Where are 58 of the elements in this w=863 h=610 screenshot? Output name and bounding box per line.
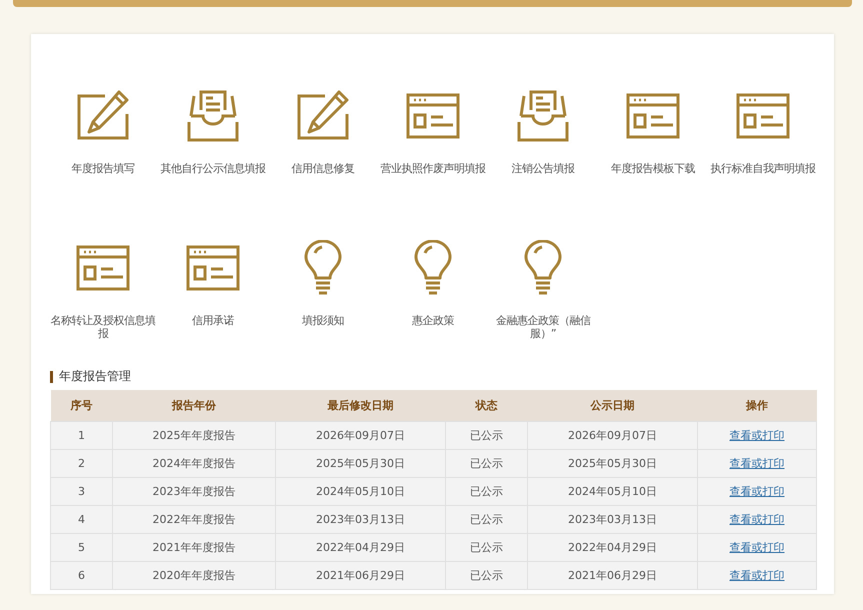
- table-cell: 2023年03月13日: [276, 506, 446, 534]
- table-cell: 已公示: [446, 562, 528, 590]
- table-cell: 已公示: [446, 506, 528, 534]
- tile-label[interactable]: 信用承诺: [158, 314, 268, 327]
- table-cell: 2025年05月30日: [528, 450, 698, 478]
- view-print-link[interactable]: 查看或打印: [730, 513, 784, 526]
- view-print-link[interactable]: 查看或打印: [730, 485, 784, 498]
- tile-label[interactable]: 信用信息修复: [268, 162, 378, 175]
- table-cell: 3: [50, 478, 112, 506]
- column-header: 操作: [698, 390, 816, 422]
- column-header: 序号: [50, 390, 112, 422]
- table-cell: 5: [50, 534, 112, 562]
- table-cell: 2023年03月13日: [528, 506, 698, 534]
- table-cell: 2023年年度报告: [112, 478, 276, 506]
- tile-label[interactable]: 填报须知: [268, 314, 378, 327]
- tile-label[interactable]: 名称转让及授权信息填报: [48, 314, 158, 340]
- tile-label[interactable]: 注销公告填报: [488, 162, 598, 175]
- table-cell: 2026年09月07日: [528, 422, 698, 450]
- table-cell: 2026年09月07日: [276, 422, 446, 450]
- column-header: 状态: [446, 390, 528, 422]
- table-cell: 1: [50, 422, 112, 450]
- table-cell: 2025年年度报告: [112, 422, 276, 450]
- column-header: 报告年份: [112, 390, 276, 422]
- view-print-link[interactable]: 查看或打印: [730, 429, 784, 442]
- section-title: 年度报告管理: [59, 368, 131, 385]
- table-cell: 6: [50, 562, 112, 590]
- column-header: 公示日期: [528, 390, 698, 422]
- table-cell: 2020年年度报告: [112, 562, 276, 590]
- table-cell: 已公示: [446, 478, 528, 506]
- tile-label[interactable]: 营业执照作废声明填报: [378, 162, 488, 175]
- table-cell: 2024年05月10日: [276, 478, 446, 506]
- inbox-icon: [515, 88, 571, 144]
- table-cell: 已公示: [446, 534, 528, 562]
- view-print-link[interactable]: 查看或打印: [730, 541, 784, 554]
- tile-label[interactable]: 年度报告填写: [48, 162, 158, 175]
- table-cell: 2022年04月29日: [528, 534, 698, 562]
- inbox-icon: [185, 88, 241, 144]
- table-cell: 已公示: [446, 450, 528, 478]
- tile-label[interactable]: 其他自行公示信息填报: [158, 162, 268, 175]
- table-cell: 2024年05月10日: [528, 478, 698, 506]
- table-cell: 2022年04月29日: [276, 534, 446, 562]
- table-cell: 2: [50, 450, 112, 478]
- tile-label[interactable]: 金融惠企政策（融信服）”: [488, 314, 598, 340]
- table-cell: 2021年06月29日: [528, 562, 698, 590]
- column-header: 最后修改日期: [276, 390, 446, 422]
- view-print-link[interactable]: 查看或打印: [730, 457, 784, 470]
- section-marker: [50, 370, 53, 382]
- tile-label[interactable]: 年度报告模板下载: [598, 162, 708, 175]
- table-cell: 已公示: [446, 422, 528, 450]
- table-cell: 2024年年度报告: [112, 450, 276, 478]
- table-cell: 4: [50, 506, 112, 534]
- tile-label[interactable]: 惠企政策: [378, 314, 488, 327]
- table-cell: 2021年年度报告: [112, 534, 276, 562]
- tile-label[interactable]: 执行标准自我声明填报: [708, 162, 818, 175]
- table-cell: 2022年年度报告: [112, 506, 276, 534]
- table-cell: 2025年05月30日: [276, 450, 446, 478]
- table-cell: 2021年06月29日: [276, 562, 446, 590]
- view-print-link[interactable]: 查看或打印: [730, 569, 784, 582]
